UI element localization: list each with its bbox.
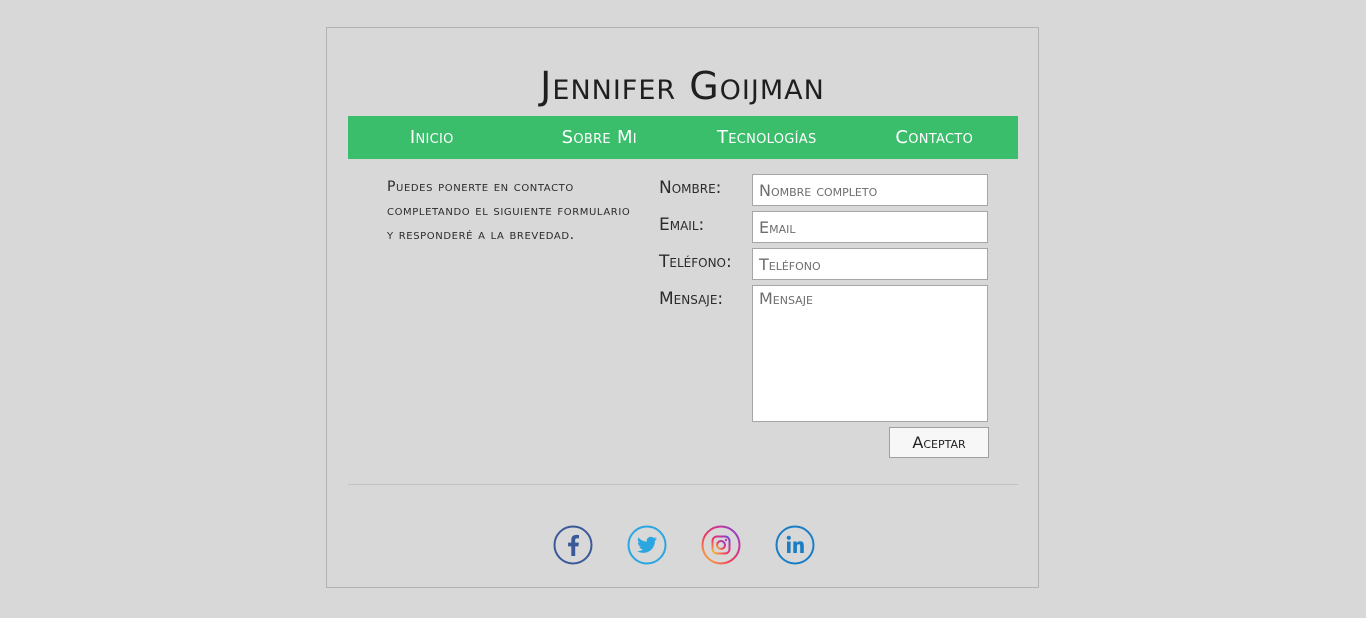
social-links [553,525,815,565]
email-label: Email: [659,215,705,235]
nav-item-contacto[interactable]: Contacto [851,127,1019,148]
instagram-icon[interactable] [701,525,741,565]
name-input[interactable] [752,174,988,206]
message-label: Mensaje: [659,289,724,309]
nav-item-sobre-mi[interactable]: Sobre Mi [516,127,684,148]
twitter-icon[interactable] [627,525,667,565]
email-row: Email: [659,211,989,248]
linkedin-icon[interactable] [775,525,815,565]
main-nav: Inicio Sobre Mi Tecnologías Contacto [348,116,1018,159]
contact-intro-text: Puedes ponerte en contacto completando e… [387,179,631,243]
name-label: Nombre: [659,178,722,198]
phone-input[interactable] [752,248,988,280]
message-textarea[interactable] [752,285,988,422]
phone-row: Teléfono: [659,248,989,285]
name-row: Nombre: [659,174,989,211]
nav-item-inicio[interactable]: Inicio [348,127,516,148]
phone-label: Teléfono: [659,252,732,272]
footer-divider [348,484,1018,485]
nav-item-tecnologias[interactable]: Tecnologías [683,127,851,148]
contact-form: Nombre: Email: Teléfono: Mensaje: Acepta… [659,174,989,458]
message-row: Mensaje: [659,285,989,427]
submit-button[interactable]: Aceptar [889,427,989,458]
page-container: Jennifer Goijman Inicio Sobre Mi Tecnolo… [326,27,1039,588]
site-title: Jennifer Goijman [540,64,825,108]
facebook-icon[interactable] [553,525,593,565]
email-input[interactable] [752,211,988,243]
